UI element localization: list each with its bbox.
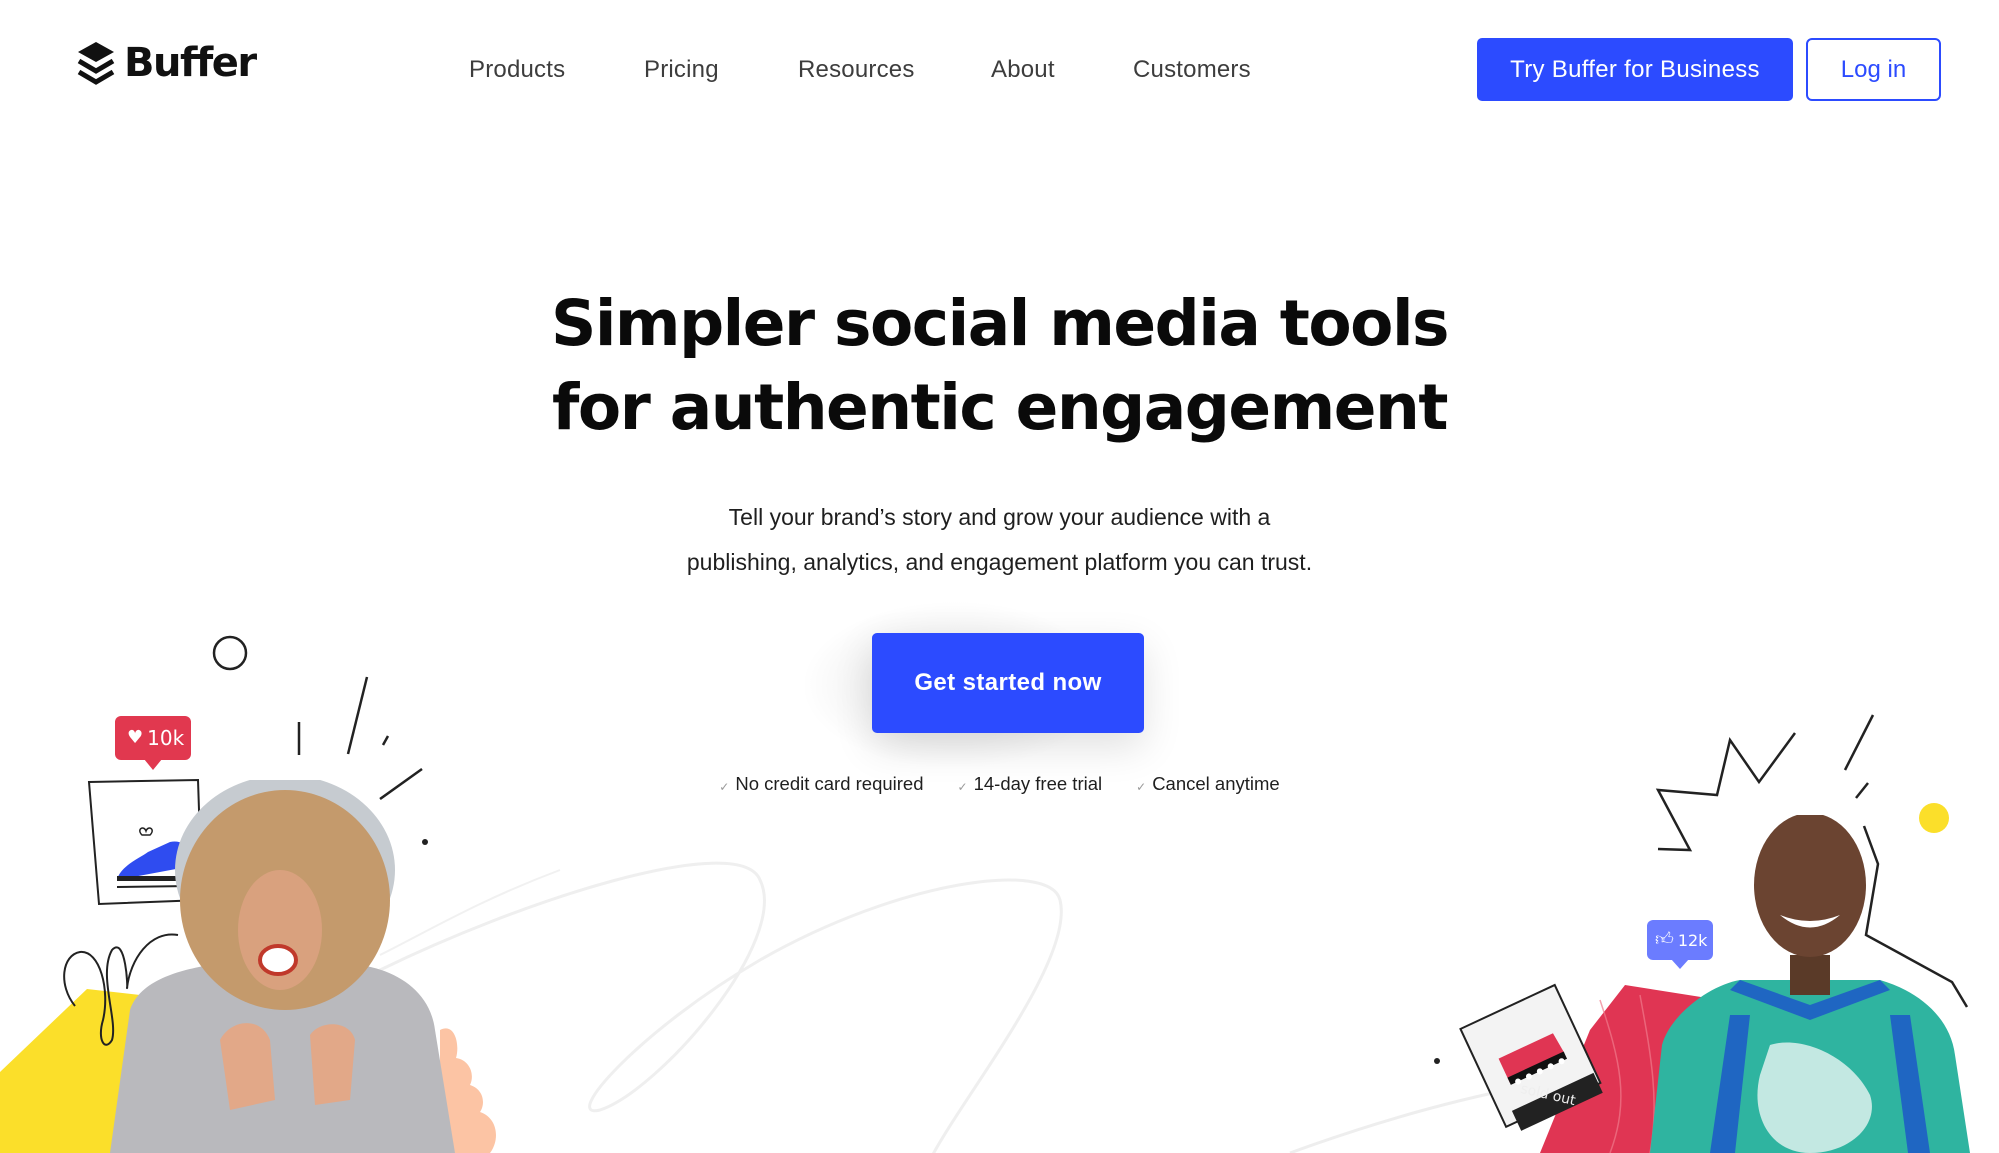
login-button[interactable]: Log in — [1806, 38, 1941, 101]
dot — [1434, 1058, 1440, 1064]
nav-customers[interactable]: Customers — [1133, 50, 1251, 90]
person-photo-left — [110, 780, 455, 1153]
cleat-icon — [1498, 1033, 1565, 1084]
logo-text: Buffer — [124, 40, 257, 86]
check-icon: ✓ — [1136, 780, 1147, 794]
outline-circle — [212, 635, 248, 671]
hero-title-line: Simpler social media tools — [550, 287, 1450, 360]
like-count-badge: ♥ 10k — [115, 716, 191, 770]
nav-pricing[interactable]: Pricing — [644, 50, 719, 90]
try-business-button[interactable]: Try Buffer for Business — [1477, 38, 1793, 101]
heart-icon: ♥ — [127, 727, 144, 748]
hero-subtitle-line: publishing, analytics, and engagement pl… — [686, 549, 1313, 575]
spark-line — [346, 676, 369, 755]
spark-line — [381, 735, 390, 746]
benefit-label: No credit card required — [735, 773, 924, 794]
sold-out-card — [1459, 983, 1603, 1131]
benefits-list: ✓ No credit card required ✓ 14-day free … — [0, 773, 1999, 795]
check-icon: ✓ — [719, 780, 730, 794]
benefit-item: ✓ No credit card required — [719, 773, 923, 795]
benefit-label: 14-day free trial — [973, 773, 1103, 794]
background-swirl — [369, 861, 1063, 1153]
benefit-item: ✓ Cancel anytime — [1136, 773, 1280, 795]
person-photo-right — [1650, 815, 1970, 1153]
check-icon: ✓ — [957, 780, 968, 794]
thumbs-up-count-badge: 👍︎ 12k — [1647, 920, 1713, 969]
nav-resources[interactable]: Resources — [798, 50, 915, 90]
buffer-logo[interactable]: Buffer — [76, 38, 257, 88]
hero-subtitle-line: Tell your brand’s story and grow your au… — [728, 504, 1271, 530]
nav-about[interactable]: About — [991, 50, 1055, 90]
benefit-item: ✓ 14-day free trial — [958, 773, 1103, 795]
hero-subtitle: Tell your brand’s story and grow your au… — [0, 495, 1999, 585]
spark-line — [1843, 714, 1875, 771]
sold-out-label: sold out — [1518, 1080, 1578, 1110]
benefit-label: Cancel anytime — [1152, 773, 1280, 794]
thumbs-up-count: 12k — [1677, 930, 1708, 950]
hero-title: Simpler social media tools for authentic… — [0, 282, 1999, 450]
nav-products[interactable]: Products — [469, 50, 565, 90]
like-count: 10k — [147, 726, 185, 750]
buffer-stack-icon — [77, 42, 115, 85]
site-header: Buffer Products Pricing Resources About … — [0, 0, 1999, 140]
thumbs-up-icon: 👍︎ — [1655, 929, 1674, 950]
hero-title-line: for authentic engagement — [552, 371, 1448, 444]
get-started-button[interactable]: Get started now — [872, 633, 1144, 733]
